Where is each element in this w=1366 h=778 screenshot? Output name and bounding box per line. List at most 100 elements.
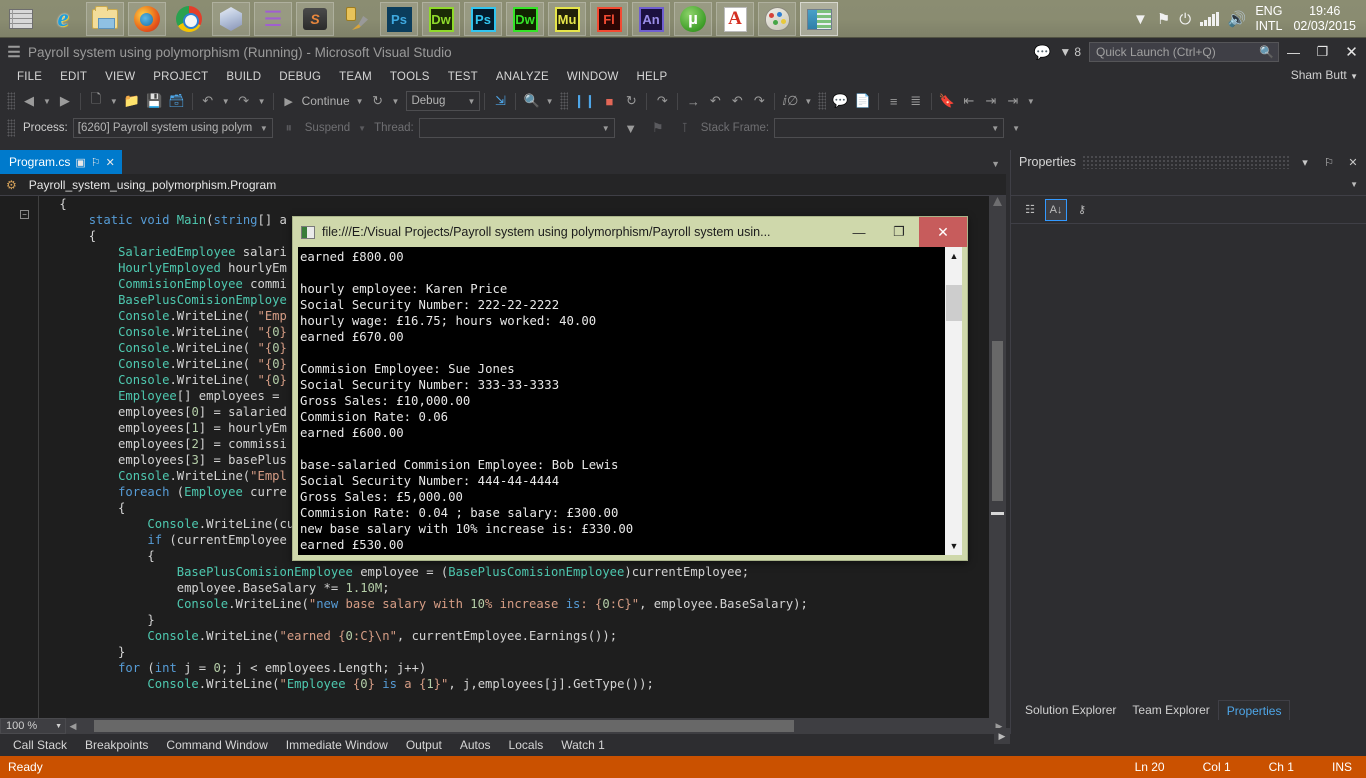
menu-window[interactable]: WINDOW <box>558 69 628 85</box>
zoom-level-select[interactable]: 100 % ▼ <box>0 718 66 734</box>
redo-icon[interactable]: ↷ <box>233 90 255 112</box>
panel-drag-handle[interactable] <box>1082 155 1290 169</box>
find-caret[interactable]: ▼ <box>543 97 557 106</box>
step-into-icon[interactable]: → <box>682 90 704 112</box>
toolbar-grip-2[interactable] <box>560 92 568 110</box>
tab-locals[interactable]: Locals <box>500 736 553 754</box>
scroll-up-marker[interactable] <box>993 197 1002 206</box>
photoshop-icon[interactable]: Ps <box>380 2 418 36</box>
build-tools-icon[interactable] <box>338 2 376 36</box>
acrobat-reader-icon[interactable]: A <box>716 2 754 36</box>
step-out-icon[interactable]: ↶ <box>726 90 748 112</box>
undo-caret[interactable]: ▼ <box>219 97 233 106</box>
utorrent-icon[interactable]: µ <box>674 2 712 36</box>
navigate-backward-button[interactable]: ◀ <box>18 90 40 112</box>
menu-debug[interactable]: DEBUG <box>270 69 330 85</box>
properties-button[interactable]: ⚷ <box>1071 199 1093 221</box>
properties-grid[interactable] <box>1011 224 1366 698</box>
scroll-left-arrow[interactable]: ◀ <box>66 718 80 734</box>
battery-icon[interactable]: ⏻ <box>1179 12 1191 27</box>
virtualbox-icon[interactable] <box>212 2 250 36</box>
bookmark-caret[interactable]: ▼ <box>1024 97 1038 106</box>
tab-solution-explorer[interactable]: Solution Explorer <box>1017 700 1124 720</box>
clock[interactable]: 19:46 02/03/2015 <box>1293 4 1356 34</box>
lock-icon[interactable]: ▣ <box>75 156 85 169</box>
redo-caret[interactable]: ▼ <box>255 97 269 106</box>
tab-breakpoints[interactable]: Breakpoints <box>76 736 157 754</box>
find-in-files-icon[interactable]: 🔍 <box>520 90 542 112</box>
navigate-forward-button[interactable]: ▶ <box>54 90 76 112</box>
break-all-icon[interactable]: ❙❙ <box>571 90 599 112</box>
scrollbar-thumb[interactable] <box>992 341 1003 501</box>
panel-menu-caret-icon[interactable]: ▾ <box>1296 156 1314 169</box>
menu-project[interactable]: PROJECT <box>144 69 217 85</box>
show-next-statement-icon[interactable]: ↷ <box>651 90 673 112</box>
close-icon[interactable]: ✕ <box>106 156 115 169</box>
paint-icon[interactable] <box>758 2 796 36</box>
menu-edit[interactable]: EDIT <box>51 69 96 85</box>
pin-icon[interactable]: ⚐ <box>91 156 101 169</box>
file-explorer-icon[interactable] <box>86 2 124 36</box>
minimize-button[interactable]: — <box>1279 38 1308 66</box>
thread-select[interactable]: ▼ <box>419 118 615 138</box>
console-scroll-up-arrow[interactable]: ▲ <box>945 247 963 265</box>
step-back-icon[interactable]: ↷ <box>748 90 770 112</box>
toolbar-grip-3[interactable] <box>818 92 826 110</box>
firefox-icon[interactable] <box>128 2 166 36</box>
show-hidden-icons-button[interactable]: ▼ <box>1133 12 1148 27</box>
uncomment-selection-icon[interactable]: 📄 <box>851 90 873 112</box>
debugbar-overflow-caret[interactable]: ▼ <box>1009 124 1023 133</box>
navigate-backward-caret[interactable]: ▼ <box>40 97 54 106</box>
editor-margin[interactable] <box>0 196 30 718</box>
process-select[interactable]: [6260] Payroll system using polym ▼ <box>73 118 273 138</box>
photoshop-cc-icon[interactable]: Ps <box>464 2 502 36</box>
close-button[interactable]: ✕ <box>1337 38 1366 66</box>
menu-test[interactable]: TEST <box>439 69 487 85</box>
restore-button[interactable]: ❐ <box>1308 38 1337 66</box>
next-bookmark-icon[interactable]: ⇥ <box>980 90 1002 112</box>
properties-object-select[interactable]: ▼ <box>1011 174 1366 196</box>
horizontal-scroll-track[interactable] <box>80 718 992 734</box>
categorized-button[interactable]: ☷ <box>1019 199 1041 221</box>
console-scrollbar-thumb[interactable] <box>946 285 962 321</box>
tab-program-cs[interactable]: Program.cs ▣ ⚐ ✕ <box>0 150 122 174</box>
editor-horizontal-scrollbar[interactable]: 100 % ▼ ◀ ▶ <box>0 718 1006 734</box>
previous-bookmark-icon[interactable]: ⇤ <box>958 90 980 112</box>
console-output-text[interactable]: earned £800.00 hourly employee: Karen Pr… <box>298 247 944 555</box>
save-icon[interactable]: 💾 <box>143 90 165 112</box>
console-minimize-button[interactable]: — <box>839 217 879 247</box>
alphabetical-sort-button[interactable]: A↓ <box>1045 199 1067 221</box>
filter-icon[interactable]: ▼ <box>620 117 642 139</box>
toolbar-grip[interactable] <box>7 92 15 110</box>
toggle-bookmark-icon[interactable]: 🔖 <box>936 90 958 112</box>
tab-immediate-window[interactable]: Immediate Window <box>277 736 397 754</box>
horizontal-scrollbar-thumb[interactable] <box>94 720 794 732</box>
tab-autos[interactable]: Autos <box>451 736 500 754</box>
new-project-icon[interactable]: 🗋 <box>85 90 107 112</box>
continue-caret[interactable]: ▼ <box>353 97 367 106</box>
tab-properties[interactable]: Properties <box>1218 700 1291 720</box>
account-menu[interactable]: Sham Butt ▼ <box>1291 68 1358 82</box>
dreamweaver-icon[interactable]: Dw <box>422 2 460 36</box>
clear-bookmarks-icon[interactable]: ⇥ <box>1002 90 1024 112</box>
debugbar-grip[interactable] <box>7 119 15 137</box>
tab-overflow-caret[interactable]: ▼ <box>991 159 1000 169</box>
sublime-text-icon[interactable]: S <box>296 2 334 36</box>
menu-tools[interactable]: TOOLS <box>381 69 439 85</box>
continue-button[interactable]: Continue <box>300 94 353 108</box>
language-indicator[interactable]: ENG INTL <box>1255 4 1282 34</box>
tab-command-window[interactable]: Command Window <box>157 736 276 754</box>
visual-studio-icon[interactable]: ☰ <box>254 2 292 36</box>
continue-play-icon[interactable]: ▶ <box>278 90 300 112</box>
restart-icon[interactable]: ↻ <box>367 90 389 112</box>
increase-indent-icon[interactable]: ≣ <box>905 90 927 112</box>
pin-icon[interactable]: ⚐ <box>1320 156 1338 169</box>
solution-configuration-select[interactable]: Debug ▼ <box>406 91 480 111</box>
tab-team-explorer[interactable]: Team Explorer <box>1124 700 1217 720</box>
active-window-icon[interactable] <box>800 2 838 36</box>
new-project-caret[interactable]: ▼ <box>107 97 121 106</box>
menu-help[interactable]: HELP <box>628 69 677 85</box>
undo-icon[interactable]: ↶ <box>197 90 219 112</box>
notifications-button[interactable]: ▼ 8 <box>1057 45 1089 59</box>
close-icon[interactable]: ✕ <box>1344 156 1362 169</box>
